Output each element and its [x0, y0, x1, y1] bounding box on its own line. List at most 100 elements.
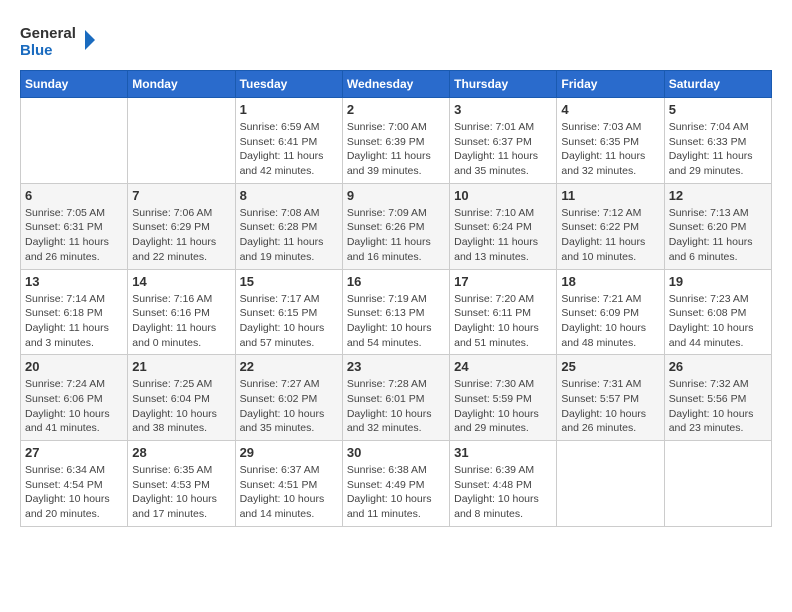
- calendar-week-row: 1 Sunrise: 6:59 AMSunset: 6:41 PMDaylight…: [21, 98, 772, 184]
- day-info: Sunrise: 7:12 AMSunset: 6:22 PMDaylight:…: [561, 206, 659, 265]
- day-number: 27: [25, 445, 123, 460]
- day-number: 12: [669, 188, 767, 203]
- day-number: 6: [25, 188, 123, 203]
- day-number: 15: [240, 274, 338, 289]
- calendar-cell: 8 Sunrise: 7:08 AMSunset: 6:28 PMDaylight…: [235, 183, 342, 269]
- day-number: 3: [454, 102, 552, 117]
- day-info: Sunrise: 7:01 AMSunset: 6:37 PMDaylight:…: [454, 120, 552, 179]
- day-info: Sunrise: 7:03 AMSunset: 6:35 PMDaylight:…: [561, 120, 659, 179]
- day-number: 22: [240, 359, 338, 374]
- calendar-cell: 24 Sunrise: 7:30 AMSunset: 5:59 PMDayligh…: [450, 355, 557, 441]
- calendar-cell: 18Sunrise: 7:21 AMSunset: 6:09 PMDayligh…: [557, 269, 664, 355]
- day-number: 20: [25, 359, 123, 374]
- day-number: 5: [669, 102, 767, 117]
- calendar-cell: 6 Sunrise: 7:05 AMSunset: 6:31 PMDaylight…: [21, 183, 128, 269]
- day-header-wednesday: Wednesday: [342, 71, 449, 98]
- calendar-cell: 11 Sunrise: 7:12 AMSunset: 6:22 PMDayligh…: [557, 183, 664, 269]
- day-header-saturday: Saturday: [664, 71, 771, 98]
- day-header-friday: Friday: [557, 71, 664, 98]
- calendar-cell: 29 Sunrise: 6:37 AMSunset: 4:51 PMDayligh…: [235, 441, 342, 527]
- day-number: 26: [669, 359, 767, 374]
- calendar-cell: 23 Sunrise: 7:28 AMSunset: 6:01 PMDayligh…: [342, 355, 449, 441]
- day-number: 8: [240, 188, 338, 203]
- day-info: Sunrise: 7:10 AMSunset: 6:24 PMDaylight:…: [454, 206, 552, 265]
- calendar-cell: 25Sunrise: 7:31 AMSunset: 5:57 PMDayligh…: [557, 355, 664, 441]
- day-number: 23: [347, 359, 445, 374]
- day-info: Sunrise: 6:39 AMSunset: 4:48 PMDaylight:…: [454, 463, 552, 522]
- calendar-cell: 31 Sunrise: 6:39 AMSunset: 4:48 PMDayligh…: [450, 441, 557, 527]
- calendar-cell: [128, 98, 235, 184]
- day-number: 9: [347, 188, 445, 203]
- day-info: Sunrise: 7:13 AMSunset: 6:20 PMDaylight:…: [669, 206, 767, 265]
- calendar-cell: 13 Sunrise: 7:14 AMSunset: 6:18 PMDayligh…: [21, 269, 128, 355]
- day-number: 24: [454, 359, 552, 374]
- calendar-cell: 14 Sunrise: 7:16 AMSunset: 6:16 PMDayligh…: [128, 269, 235, 355]
- day-info: Sunrise: 7:27 AMSunset: 6:02 PMDaylight:…: [240, 377, 338, 436]
- day-info: Sunrise: 7:28 AMSunset: 6:01 PMDaylight:…: [347, 377, 445, 436]
- calendar-cell: 10 Sunrise: 7:10 AMSunset: 6:24 PMDayligh…: [450, 183, 557, 269]
- day-info: Sunrise: 7:25 AMSunset: 6:04 PMDaylight:…: [132, 377, 230, 436]
- day-info: Sunrise: 7:16 AMSunset: 6:16 PMDaylight:…: [132, 292, 230, 351]
- day-header-tuesday: Tuesday: [235, 71, 342, 98]
- day-number: 28: [132, 445, 230, 460]
- day-info: Sunrise: 7:23 AMSunset: 6:08 PMDaylight:…: [669, 292, 767, 351]
- calendar-cell: [664, 441, 771, 527]
- day-info: Sunrise: 7:05 AMSunset: 6:31 PMDaylight:…: [25, 206, 123, 265]
- calendar-cell: 21 Sunrise: 7:25 AMSunset: 6:04 PMDayligh…: [128, 355, 235, 441]
- calendar-cell: 20 Sunrise: 7:24 AMSunset: 6:06 PMDayligh…: [21, 355, 128, 441]
- day-number: 19: [669, 274, 767, 289]
- day-info: Sunrise: 7:31 AMSunset: 5:57 PMDaylight:…: [561, 377, 659, 436]
- calendar-cell: 1 Sunrise: 6:59 AMSunset: 6:41 PMDaylight…: [235, 98, 342, 184]
- svg-text:Blue: Blue: [20, 42, 53, 59]
- day-info: Sunrise: 7:09 AMSunset: 6:26 PMDaylight:…: [347, 206, 445, 265]
- calendar-cell: 9 Sunrise: 7:09 AMSunset: 6:26 PMDaylight…: [342, 183, 449, 269]
- day-info: Sunrise: 7:19 AMSunset: 6:13 PMDaylight:…: [347, 292, 445, 351]
- day-info: Sunrise: 7:24 AMSunset: 6:06 PMDaylight:…: [25, 377, 123, 436]
- day-header-monday: Monday: [128, 71, 235, 98]
- day-number: 31: [454, 445, 552, 460]
- day-number: 11: [561, 188, 659, 203]
- day-info: Sunrise: 7:17 AMSunset: 6:15 PMDaylight:…: [240, 292, 338, 351]
- day-info: Sunrise: 6:38 AMSunset: 4:49 PMDaylight:…: [347, 463, 445, 522]
- calendar-cell: 26Sunrise: 7:32 AMSunset: 5:56 PMDayligh…: [664, 355, 771, 441]
- day-info: Sunrise: 6:37 AMSunset: 4:51 PMDaylight:…: [240, 463, 338, 522]
- day-number: 2: [347, 102, 445, 117]
- day-number: 1: [240, 102, 338, 117]
- calendar-header-row: SundayMondayTuesdayWednesdayThursdayFrid…: [21, 71, 772, 98]
- day-number: 13: [25, 274, 123, 289]
- calendar-cell: 5 Sunrise: 7:04 AMSunset: 6:33 PMDaylight…: [664, 98, 771, 184]
- calendar-cell: 12 Sunrise: 7:13 AMSunset: 6:20 PMDayligh…: [664, 183, 771, 269]
- calendar-cell: 30 Sunrise: 6:38 AMSunset: 4:49 PMDayligh…: [342, 441, 449, 527]
- day-info: Sunrise: 6:35 AMSunset: 4:53 PMDaylight:…: [132, 463, 230, 522]
- day-number: 18: [561, 274, 659, 289]
- calendar-week-row: 20 Sunrise: 7:24 AMSunset: 6:06 PMDayligh…: [21, 355, 772, 441]
- calendar-cell: 22 Sunrise: 7:27 AMSunset: 6:02 PMDayligh…: [235, 355, 342, 441]
- day-info: Sunrise: 7:30 AMSunset: 5:59 PMDaylight:…: [454, 377, 552, 436]
- day-info: Sunrise: 7:00 AMSunset: 6:39 PMDaylight:…: [347, 120, 445, 179]
- day-number: 14: [132, 274, 230, 289]
- logo: GeneralBlue: [20, 20, 100, 60]
- day-info: Sunrise: 7:14 AMSunset: 6:18 PMDaylight:…: [25, 292, 123, 351]
- svg-text:General: General: [20, 25, 76, 42]
- day-number: 17: [454, 274, 552, 289]
- day-info: Sunrise: 6:34 AMSunset: 4:54 PMDaylight:…: [25, 463, 123, 522]
- calendar-week-row: 13 Sunrise: 7:14 AMSunset: 6:18 PMDayligh…: [21, 269, 772, 355]
- day-number: 21: [132, 359, 230, 374]
- day-info: Sunrise: 7:04 AMSunset: 6:33 PMDaylight:…: [669, 120, 767, 179]
- calendar-cell: 15 Sunrise: 7:17 AMSunset: 6:15 PMDayligh…: [235, 269, 342, 355]
- calendar-table: SundayMondayTuesdayWednesdayThursdayFrid…: [20, 70, 772, 527]
- day-number: 10: [454, 188, 552, 203]
- calendar-cell: 7Sunrise: 7:06 AMSunset: 6:29 PMDaylight…: [128, 183, 235, 269]
- day-info: Sunrise: 7:06 AMSunset: 6:29 PMDaylight:…: [132, 206, 230, 265]
- calendar-cell: 3 Sunrise: 7:01 AMSunset: 6:37 PMDaylight…: [450, 98, 557, 184]
- calendar-cell: [557, 441, 664, 527]
- day-info: Sunrise: 7:08 AMSunset: 6:28 PMDaylight:…: [240, 206, 338, 265]
- calendar-cell: 17Sunrise: 7:20 AMSunset: 6:11 PMDayligh…: [450, 269, 557, 355]
- day-number: 30: [347, 445, 445, 460]
- day-info: Sunrise: 6:59 AMSunset: 6:41 PMDaylight:…: [240, 120, 338, 179]
- calendar-cell: [21, 98, 128, 184]
- page-header: GeneralBlue: [20, 20, 772, 60]
- day-number: 29: [240, 445, 338, 460]
- calendar-cell: 19 Sunrise: 7:23 AMSunset: 6:08 PMDayligh…: [664, 269, 771, 355]
- calendar-cell: 4Sunrise: 7:03 AMSunset: 6:35 PMDaylight…: [557, 98, 664, 184]
